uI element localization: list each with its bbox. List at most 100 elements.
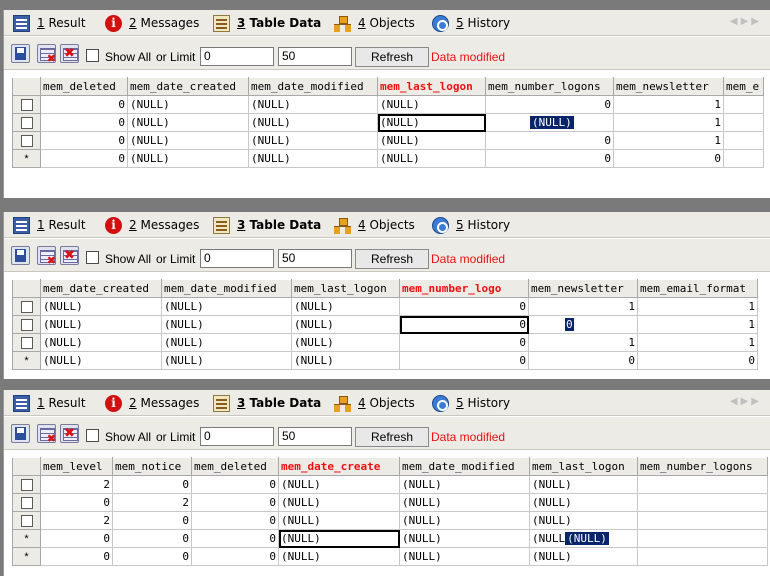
table-cell[interactable]: (NULL) — [529, 475, 638, 494]
new-row-marker[interactable]: * — [12, 351, 41, 370]
table-cell[interactable]: (NULL) — [278, 493, 400, 512]
tab-history[interactable]: 5 History — [432, 392, 510, 414]
row-checkbox[interactable] — [20, 479, 33, 491]
table-cell[interactable]: 1 — [637, 333, 758, 352]
table-cell[interactable]: 0 — [191, 547, 279, 566]
column-header[interactable]: mem_number_logons — [637, 457, 768, 476]
row-select-checkbox[interactable] — [12, 297, 41, 316]
row-checkbox[interactable] — [20, 99, 33, 111]
table-cell[interactable]: 0 — [485, 95, 614, 114]
column-header[interactable]: mem_date_created — [127, 77, 249, 96]
table-cell[interactable]: (NULL) — [399, 529, 530, 548]
cancel-changes-icon[interactable] — [60, 44, 79, 63]
tab-result[interactable]: 1 Result — [13, 12, 86, 34]
table-cell[interactable] — [637, 511, 768, 530]
table-cell[interactable]: 0 — [399, 297, 529, 316]
active-cell[interactable]: (NULL) — [377, 113, 486, 132]
table-cell[interactable]: 0 — [528, 315, 638, 334]
table-cell[interactable]: (NULL) — [291, 315, 400, 334]
table-cell[interactable] — [723, 131, 764, 150]
table-cell[interactable]: (NULL) — [291, 297, 400, 316]
table-cell[interactable]: (NULL) — [161, 297, 292, 316]
refresh-button[interactable]: Refresh — [355, 427, 429, 447]
active-cell[interactable]: 0 — [399, 315, 529, 334]
table-cell[interactable]: (NULL) — [399, 475, 530, 494]
limit-offset-input[interactable]: 0 — [200, 47, 274, 66]
column-header[interactable]: mem_date_created — [40, 279, 162, 298]
table-cell[interactable]: 0 — [40, 149, 128, 168]
table-cell[interactable]: 2 — [40, 475, 113, 494]
table-cell[interactable]: (NULL) — [291, 333, 400, 352]
refresh-button[interactable]: Refresh — [355, 47, 429, 67]
new-row-marker[interactable]: * — [12, 149, 41, 168]
tab-objects[interactable]: 4 Objects — [334, 392, 415, 414]
table-cell[interactable]: (NULL) — [248, 95, 378, 114]
table-cell[interactable]: (NULL) — [127, 149, 249, 168]
row-checkbox[interactable] — [20, 497, 33, 509]
limit-count-input[interactable]: 50 — [278, 47, 352, 66]
table-cell[interactable]: 0 — [528, 351, 638, 370]
limit-offset-input[interactable]: 0 — [200, 427, 274, 446]
selected-cell-value[interactable]: 0 — [565, 318, 574, 331]
limit-count-input[interactable]: 50 — [278, 427, 352, 446]
table-cell[interactable] — [723, 95, 764, 114]
table-cell[interactable] — [637, 529, 768, 548]
table-cell[interactable]: (NULL) — [377, 149, 486, 168]
table-cell[interactable] — [637, 493, 768, 512]
delete-rows-icon[interactable] — [37, 246, 56, 267]
column-header[interactable]: mem_newsletter — [613, 77, 724, 96]
row-checkbox[interactable] — [20, 337, 33, 349]
table-cell[interactable]: (NULL) — [377, 131, 486, 150]
table-cell[interactable]: 0 — [399, 351, 529, 370]
cancel-changes-icon[interactable] — [60, 424, 79, 443]
table-cell[interactable]: (NULL) — [40, 315, 162, 334]
new-row-marker[interactable]: * — [12, 547, 41, 566]
table-cell[interactable]: 1 — [637, 315, 758, 334]
save-icon[interactable] — [11, 424, 30, 443]
limit-count-input[interactable]: 50 — [278, 249, 352, 268]
table-cell[interactable]: 1 — [528, 333, 638, 352]
table-cell[interactable]: (NULL) — [40, 297, 162, 316]
table-cell[interactable]: 0 — [613, 149, 724, 168]
table-cell[interactable]: (NULL) — [529, 493, 638, 512]
table-cell[interactable] — [723, 149, 764, 168]
table-cell[interactable]: (NULL) — [40, 333, 162, 352]
table-cell[interactable]: (NULL) — [40, 351, 162, 370]
new-row-marker[interactable]: * — [12, 529, 41, 548]
column-header[interactable]: mem_notice — [112, 457, 192, 476]
table-cell[interactable]: 2 — [40, 511, 113, 530]
row-select-checkbox[interactable] — [12, 333, 41, 352]
tab-objects[interactable]: 4 Objects — [334, 12, 415, 34]
table-cell[interactable]: (NULL) — [127, 113, 249, 132]
table-cell[interactable]: 0 — [40, 493, 113, 512]
table-cell[interactable]: 0 — [40, 95, 128, 114]
table-cell[interactable]: (NULL (NULL) — [529, 529, 638, 548]
tab-history[interactable]: 5 History — [432, 214, 510, 236]
table-cell[interactable]: 0 — [191, 475, 279, 494]
column-header[interactable]: mem_date_modified — [399, 457, 530, 476]
tab-result[interactable]: 1 Result — [13, 392, 86, 414]
tab-messages[interactable]: i 2 Messages — [105, 12, 199, 34]
delete-rows-icon[interactable] — [37, 424, 56, 445]
table-cell[interactable]: (NULL) — [278, 511, 400, 530]
tab-table-data[interactable]: 3 Table Data — [213, 214, 321, 236]
cancel-changes-icon[interactable] — [60, 246, 79, 265]
table-cell[interactable]: (NULL) — [278, 547, 400, 566]
limit-offset-input[interactable]: 0 — [200, 249, 274, 268]
column-header[interactable]: mem_date_create — [278, 457, 400, 476]
table-cell[interactable]: 0 — [112, 547, 192, 566]
column-header[interactable]: mem_date_modified — [161, 279, 292, 298]
column-header[interactable]: mem_deleted — [191, 457, 279, 476]
row-select-checkbox[interactable] — [12, 315, 41, 334]
table-cell[interactable]: 1 — [613, 131, 724, 150]
column-header[interactable]: mem_last_logon — [377, 77, 486, 96]
show-all-checkbox[interactable] — [86, 429, 99, 442]
table-cell[interactable]: (NULL) — [161, 351, 292, 370]
table-cell[interactable]: (NULL) — [248, 113, 378, 132]
table-cell[interactable]: 0 — [191, 493, 279, 512]
table-cell[interactable]: 0 — [112, 511, 192, 530]
selected-cell-value[interactable]: (NULL) — [530, 116, 574, 129]
table-cell[interactable]: (NULL) — [399, 511, 530, 530]
column-header[interactable]: mem_number_logo — [399, 279, 529, 298]
row-select-checkbox[interactable] — [12, 493, 41, 512]
